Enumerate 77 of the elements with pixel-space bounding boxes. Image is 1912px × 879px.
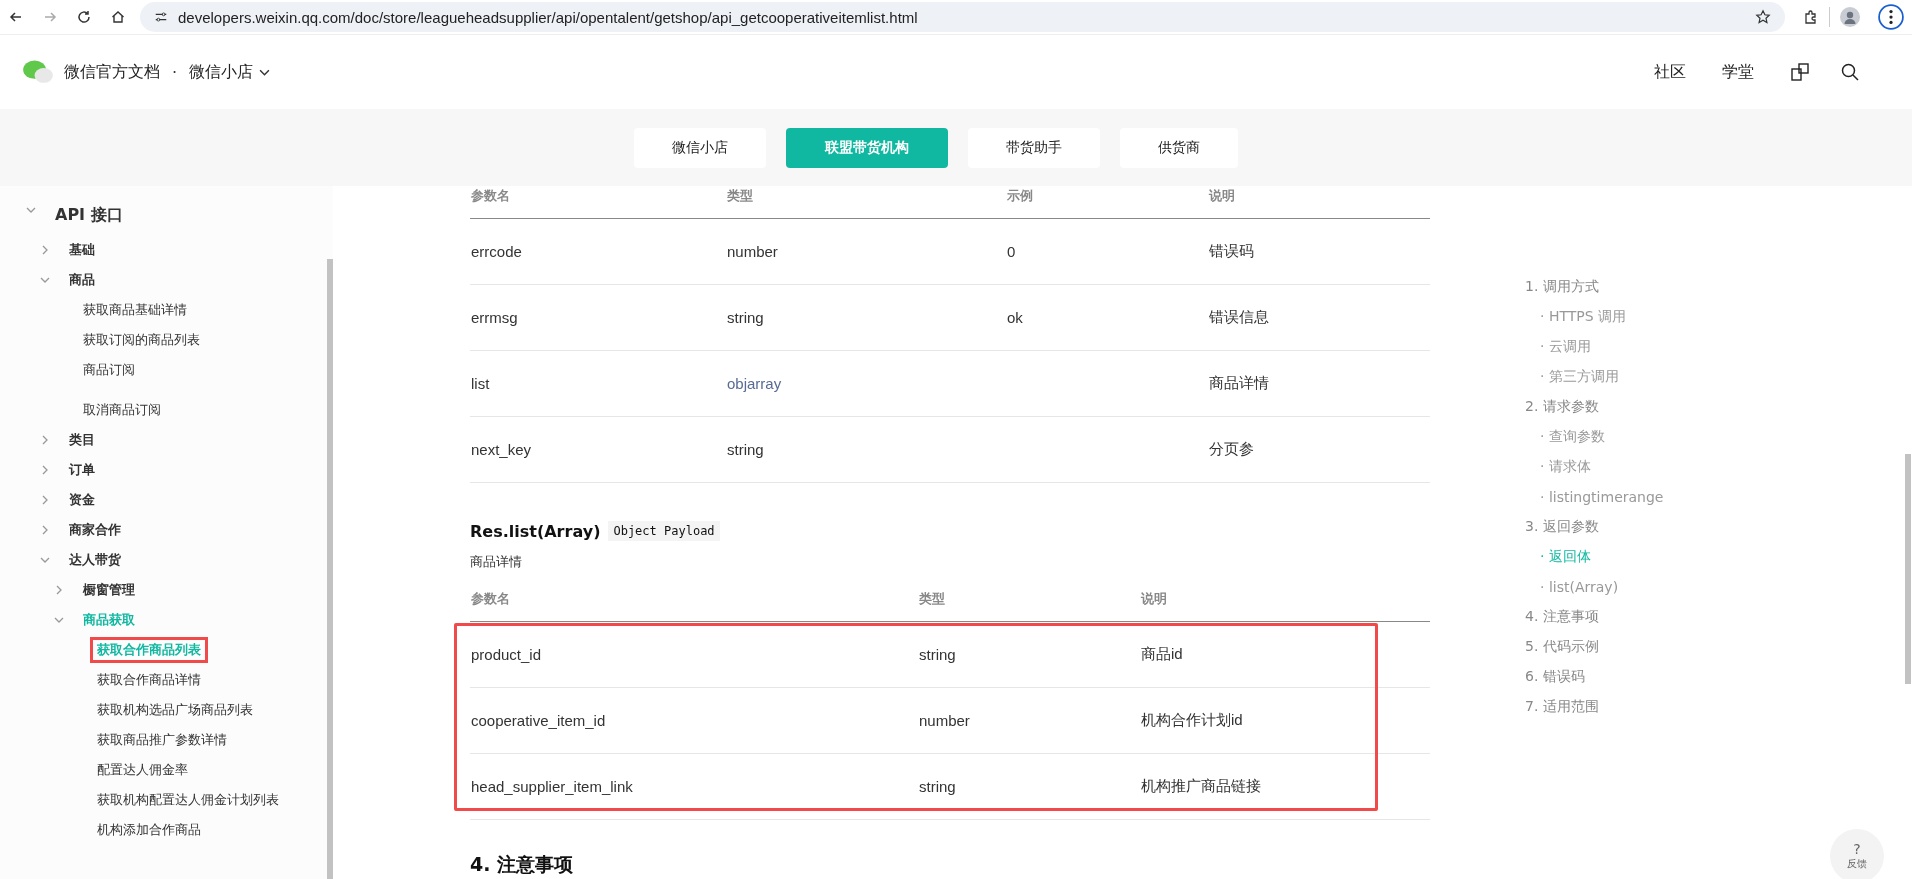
- switch-icon[interactable]: [1790, 62, 1810, 82]
- sidebar-item[interactable]: 获取机构配置达人佣金计划列表: [90, 787, 286, 813]
- sidebar-item[interactable]: 配置达人佣金率: [90, 757, 195, 783]
- table-cell: 机构合作计划id: [1141, 711, 1243, 728]
- section-description: 商品详情: [470, 553, 523, 571]
- type-link[interactable]: objarray: [727, 375, 782, 392]
- table-cell: product_id: [471, 646, 542, 663]
- table-cell: cooperative_item_id: [471, 712, 606, 729]
- header-link[interactable]: 学堂: [1722, 61, 1754, 83]
- home-icon[interactable]: [110, 9, 126, 25]
- sidebar-item[interactable]: 橱窗管理: [76, 577, 142, 603]
- table-cell: ok: [1007, 309, 1023, 326]
- table-cell: 错误信息: [1209, 308, 1269, 325]
- sidebar-item[interactable]: 基础: [62, 237, 102, 263]
- table-cell: number: [919, 712, 970, 729]
- sidebar-item[interactable]: 资金: [62, 487, 102, 513]
- toc-link[interactable]: 6. 错误码: [1525, 668, 1585, 686]
- table-cell: string: [727, 441, 764, 458]
- column-header: 参数名: [470, 577, 918, 622]
- search-icon[interactable]: [1840, 62, 1860, 82]
- separator-dot: ·: [172, 62, 178, 82]
- product-dropdown[interactable]: 微信小店: [189, 61, 271, 83]
- site-settings-icon[interactable]: [154, 10, 168, 24]
- nav-tab[interactable]: 供货商: [1120, 127, 1238, 168]
- nav-tab[interactable]: 带货助手: [968, 127, 1100, 168]
- site-title[interactable]: 微信官方文档: [64, 61, 160, 83]
- address-bar[interactable]: developers.weixin.qq.com/doc/store/leagueheadsupplier/api/opentalent/getshop/api_getcooperativeitemlist.html: [140, 2, 1785, 32]
- table-cell: 错误码: [1209, 242, 1254, 259]
- table-cell: string: [919, 778, 956, 795]
- table-cell: next_key: [471, 441, 532, 458]
- table-cell: head_supplier_item_link: [471, 778, 633, 795]
- sidebar-item[interactable]: 获取商品基础详情: [76, 297, 194, 323]
- toc-link[interactable]: 7. 适用范围: [1525, 698, 1599, 716]
- reload-icon[interactable]: [76, 9, 92, 25]
- extensions-icon[interactable]: [1803, 9, 1819, 25]
- table-cell: 商品id: [1141, 645, 1183, 662]
- avatar-icon[interactable]: [1840, 7, 1860, 27]
- sidebar-item[interactable]: 取消商品订阅: [76, 397, 168, 423]
- toc-link[interactable]: 1. 调用方式: [1525, 278, 1599, 296]
- sidebar-item[interactable]: 商家合作: [62, 517, 128, 543]
- sidebar-item[interactable]: 商品: [62, 267, 102, 293]
- chevron-down-icon: [259, 68, 271, 76]
- table-cell: string: [919, 646, 956, 663]
- toc-link[interactable]: 4. 注意事项: [1525, 608, 1599, 626]
- sidebar-item[interactable]: 获取商品推广参数详情: [90, 727, 234, 753]
- table-cell: 机构推广商品链接: [1141, 777, 1261, 794]
- bookmark-star-icon[interactable]: [1755, 9, 1771, 25]
- sidebar-item[interactable]: 订单: [62, 457, 102, 483]
- section-heading: Res.list(Array): [470, 521, 601, 541]
- column-header: 类型: [918, 577, 1140, 622]
- chat-bubbles-icon: [22, 59, 54, 85]
- table-cell: 0: [1007, 243, 1016, 260]
- table-cell: errcode: [471, 243, 522, 260]
- table-cell: 商品详情: [1209, 374, 1269, 391]
- toc-link[interactable]: 2. 请求参数: [1525, 398, 1599, 416]
- sidebar-item[interactable]: 机构添加合作商品: [90, 817, 208, 843]
- sidebar-item[interactable]: 达人带货: [62, 547, 128, 573]
- sidebar-item[interactable]: 获取合作商品详情: [90, 667, 208, 693]
- toc-link[interactable]: 3. 返回参数: [1525, 518, 1599, 536]
- column-header: 说明: [1140, 577, 1430, 622]
- table-cell: 分页参: [1209, 440, 1254, 457]
- toc-link[interactable]: 5. 代码示例: [1525, 638, 1599, 656]
- nav-tab[interactable]: 微信小店: [634, 127, 766, 168]
- sidebar-item[interactable]: 类目: [62, 427, 102, 453]
- sidebar-item[interactable]: API 接口: [48, 200, 130, 230]
- table-cell: number: [727, 243, 778, 260]
- sidebar-item[interactable]: 获取订阅的商品列表: [76, 327, 207, 353]
- sidebar-item[interactable]: 获取机构选品广场商品列表: [90, 697, 260, 723]
- feedback-button[interactable]: ? 反馈: [1830, 829, 1884, 879]
- table-cell: list: [471, 375, 490, 392]
- menu-icon[interactable]: [1878, 4, 1904, 30]
- header-link[interactable]: 社区: [1654, 61, 1686, 83]
- table-cell: errmsg: [471, 309, 518, 326]
- section-heading: 4. 注意事项: [470, 852, 575, 877]
- sidebar-item[interactable]: 商品订阅: [76, 357, 142, 383]
- table-cell: string: [727, 309, 764, 326]
- code-tag: Object Payload: [608, 521, 720, 541]
